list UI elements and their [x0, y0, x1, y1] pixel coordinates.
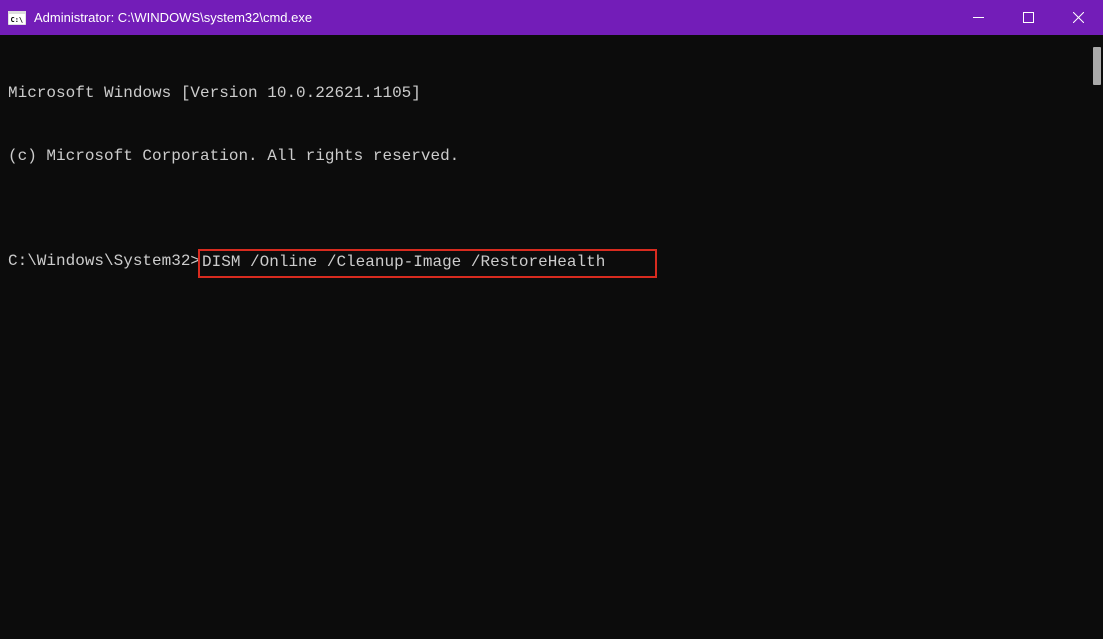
window-controls	[953, 0, 1103, 35]
close-button[interactable]	[1053, 0, 1103, 35]
command-highlighted: DISM /Online /Cleanup-Image /RestoreHeal…	[198, 249, 657, 278]
minimize-icon	[973, 12, 984, 23]
cmd-icon: C:\	[8, 10, 26, 26]
scrollbar-thumb[interactable]	[1093, 47, 1101, 85]
terminal-area[interactable]: Microsoft Windows [Version 10.0.22621.11…	[0, 35, 1103, 639]
prompt: C:\Windows\System32>	[8, 251, 200, 272]
copyright-line: (c) Microsoft Corporation. All rights re…	[8, 146, 1095, 167]
maximize-icon	[1023, 12, 1034, 23]
titlebar: C:\ Administrator: C:\WINDOWS\system32\c…	[0, 0, 1103, 35]
version-line: Microsoft Windows [Version 10.0.22621.11…	[8, 83, 1095, 104]
maximize-button[interactable]	[1003, 0, 1053, 35]
svg-text:C:\: C:\	[11, 16, 24, 24]
close-icon	[1073, 12, 1084, 23]
window-title: Administrator: C:\WINDOWS\system32\cmd.e…	[34, 10, 953, 25]
command-text: DISM /Online /Cleanup-Image /RestoreHeal…	[202, 253, 653, 271]
minimize-button[interactable]	[953, 0, 1003, 35]
prompt-row: C:\Windows\System32>DISM /Online /Cleanu…	[8, 251, 1095, 278]
